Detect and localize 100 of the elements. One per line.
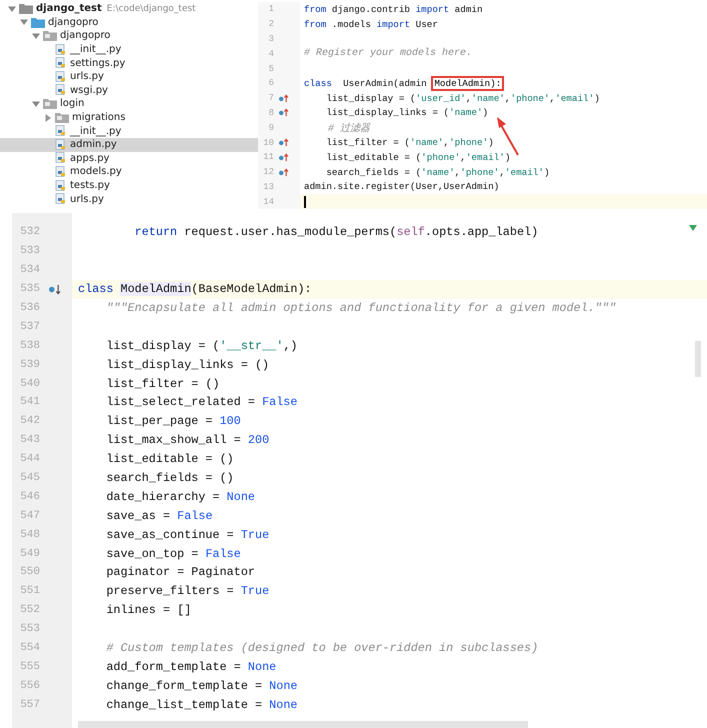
keyword: class	[78, 282, 114, 296]
line-number: 539	[19, 358, 40, 371]
keyword: import	[416, 4, 450, 15]
string-literal: 'phone'	[421, 152, 460, 163]
tree-item-label[interactable]: admin.py	[70, 139, 117, 150]
tree-item-label[interactable]: tests.py	[70, 180, 110, 192]
python-file-icon	[55, 193, 67, 206]
code-text: preserve_filters =	[105, 584, 235, 598]
tree-item-label[interactable]: djangopro	[48, 16, 98, 28]
line-number: 540	[19, 378, 40, 390]
horizontal-scrollbar-thumb[interactable]	[78, 721, 528, 728]
class-name: ModelAdmin	[120, 282, 192, 296]
line-number: 11	[262, 152, 274, 162]
code-text: ,	[460, 152, 466, 163]
expanded-arrow-icon[interactable]	[20, 18, 28, 26]
line-number: 543	[19, 434, 40, 446]
constant: None	[269, 698, 298, 712]
constant: None	[226, 490, 255, 504]
expanded-arrow-icon[interactable]	[8, 4, 16, 13]
code-text: list_display = (	[325, 92, 416, 104]
code-text: paginator = Paginator	[105, 565, 255, 580]
code-text: list_editable = (	[325, 152, 422, 163]
folder-icon	[43, 30, 57, 42]
code-text: inlines = []	[105, 603, 192, 618]
code-text: save_on_top =	[105, 546, 200, 561]
folder-icon	[31, 16, 45, 28]
folder-icon	[43, 98, 57, 110]
tree-item-label[interactable]: login	[60, 98, 84, 110]
code-comment: # Custom templates (designed to be over-ridden in subclasses)	[105, 641, 538, 656]
string-literal: '__str__'	[220, 338, 284, 353]
override-marker-icon[interactable]	[278, 152, 289, 162]
override-marker-icon[interactable]	[278, 94, 289, 103]
line-number: 6	[268, 78, 274, 88]
code-text: ,	[454, 166, 460, 178]
python-file-icon	[55, 138, 67, 151]
code-text: request.user.has_module_perms(	[183, 225, 397, 240]
line-number: 552	[19, 604, 40, 616]
line-number: 1	[268, 4, 274, 14]
line-number: 548	[19, 528, 40, 541]
line-number: 10	[262, 138, 274, 148]
code-text: save_as =	[105, 508, 172, 523]
code-text: (BaseModelAdmin):	[191, 282, 312, 296]
override-marker-icon[interactable]	[278, 168, 289, 177]
expanded-arrow-icon[interactable]	[32, 32, 40, 40]
code-text: list_max_show_all =	[105, 433, 242, 448]
line-number: 533	[19, 245, 40, 258]
tree-item-label[interactable]: models.py	[70, 166, 122, 178]
keyword: from	[304, 4, 326, 15]
line-number: 12	[262, 167, 274, 178]
python-file-icon	[55, 166, 67, 178]
tree-item-label[interactable]: apps.py	[70, 152, 110, 164]
override-marker-icon[interactable]	[278, 138, 289, 148]
expanded-arrow-icon[interactable]	[32, 100, 40, 108]
code-text: .opts.app_label)	[424, 225, 538, 240]
tree-item-label[interactable]: django_test	[36, 3, 102, 14]
line-number: 555	[19, 660, 40, 673]
code-text: change_form_template =	[105, 678, 264, 693]
code-text: )	[544, 166, 550, 178]
tree-item-label[interactable]: urls.py	[70, 194, 104, 205]
python-file-icon	[55, 70, 67, 83]
implemented-marker-icon[interactable]	[48, 284, 61, 295]
line-number: 538	[19, 340, 40, 352]
code-text: save_as_continue =	[105, 528, 235, 542]
self-keyword: self	[396, 225, 425, 240]
line-number: 551	[19, 585, 40, 598]
python-file-icon	[55, 180, 67, 192]
tree-item-label[interactable]: __init__.py	[70, 126, 122, 137]
line-number: 549	[19, 548, 40, 560]
line-number: 553	[19, 623, 40, 636]
code-text: list_select_related =	[105, 395, 256, 410]
code-text: list_display_links = (	[325, 107, 450, 118]
vertical-scrollbar-thumb[interactable]	[695, 341, 701, 377]
python-file-icon	[55, 84, 67, 96]
tree-item-label[interactable]: djangopro	[60, 30, 110, 42]
code-text: .models	[330, 18, 372, 30]
tree-item-label[interactable]: migrations	[72, 112, 126, 124]
constant: 100	[220, 414, 241, 428]
override-marker-icon[interactable]	[278, 108, 289, 118]
code-text: change_list_template =	[105, 698, 264, 712]
python-file-icon	[55, 125, 67, 138]
line-number: 536	[19, 302, 40, 314]
keyword: class	[304, 78, 332, 89]
code-text: User	[414, 18, 438, 30]
code-text: ,	[504, 92, 510, 104]
inspection-ok-icon	[689, 225, 697, 231]
code-text: django.contrib	[330, 4, 412, 15]
tree-item-label[interactable]: __init__.py	[70, 44, 122, 56]
string-literal: 'email'	[504, 166, 544, 178]
tree-item-label[interactable]: settings.py	[70, 58, 126, 69]
tree-item-label[interactable]: wsgi.py	[70, 84, 108, 96]
line-number: 546	[19, 490, 40, 503]
string-literal: 'name'	[471, 92, 505, 104]
python-file-icon	[55, 152, 67, 164]
tree-item-label[interactable]: urls.py	[70, 71, 104, 82]
code-text: admin	[454, 4, 483, 15]
line-number: 3	[268, 34, 274, 44]
line-number: 8	[268, 108, 274, 118]
line-number: 554	[19, 642, 40, 654]
string-literal: 'email'	[466, 152, 505, 163]
collapsed-arrow-icon[interactable]	[44, 114, 52, 122]
